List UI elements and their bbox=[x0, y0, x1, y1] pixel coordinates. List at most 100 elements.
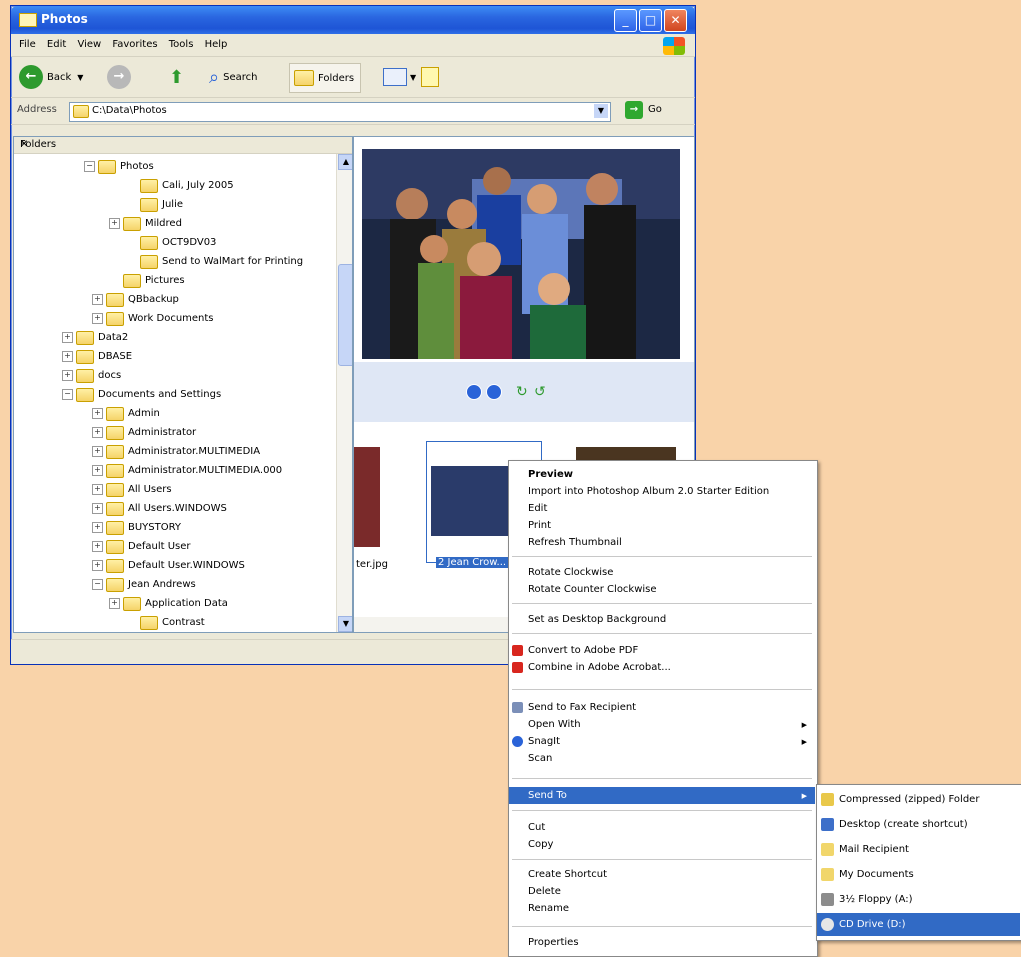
previous-image-icon[interactable] bbox=[466, 384, 482, 400]
tree-item[interactable]: + Mildred bbox=[109, 214, 182, 233]
next-image-icon[interactable] bbox=[486, 384, 502, 400]
ctx-scan[interactable]: Scan bbox=[509, 750, 815, 767]
tree-item[interactable]: + Administrator.MULTIMEDIA.000 bbox=[92, 461, 282, 480]
expand-toggle-icon[interactable]: + bbox=[92, 465, 103, 476]
forward-button[interactable]: → bbox=[107, 63, 131, 91]
tree-item[interactable]: − Documents and Settings bbox=[62, 385, 221, 404]
ctx-open-with[interactable]: Open With ▶ bbox=[509, 716, 815, 733]
expand-toggle-icon[interactable]: − bbox=[62, 389, 73, 400]
ctx-rotate-counter-clockwise[interactable]: Rotate Counter Clockwise bbox=[509, 581, 815, 598]
sendto-floppy[interactable]: 3½ Floppy (A:) bbox=[817, 888, 1020, 911]
folders-button[interactable]: Folders bbox=[289, 63, 362, 93]
expand-toggle-icon[interactable]: + bbox=[62, 332, 73, 343]
ctx-send-to[interactable]: Send To ▶ bbox=[509, 787, 815, 804]
ctx-rename[interactable]: Rename bbox=[509, 900, 815, 917]
minimize-button[interactable]: _ bbox=[614, 9, 637, 32]
ctx-set-desktop-background[interactable]: Set as Desktop Background bbox=[509, 611, 815, 628]
up-folder-button[interactable]: ⬆ bbox=[169, 63, 184, 91]
menu-edit[interactable]: Edit bbox=[47, 39, 66, 50]
menu-favorites[interactable]: Favorites bbox=[112, 39, 157, 50]
expand-toggle-icon[interactable]: + bbox=[92, 541, 103, 552]
sendto-mail-recipient[interactable]: Mail Recipient bbox=[817, 838, 1020, 861]
expand-toggle-icon[interactable]: + bbox=[62, 351, 73, 362]
ctx-edit[interactable]: Edit bbox=[509, 500, 815, 517]
tree-item[interactable]: + All Users bbox=[92, 480, 172, 499]
tree-item[interactable]: + docs bbox=[62, 366, 121, 385]
tree-item[interactable]: + Data2 bbox=[62, 328, 128, 347]
scroll-down-icon[interactable]: ▼ bbox=[338, 616, 352, 632]
tree-item[interactable]: OCT9DV03 bbox=[126, 233, 216, 252]
scrollbar-thumb[interactable] bbox=[338, 264, 352, 366]
title-bar[interactable]: Photos _ □ ✕ bbox=[11, 6, 695, 34]
go-arrow-icon[interactable]: → bbox=[625, 101, 643, 119]
chevron-down-icon[interactable]: ▼ bbox=[77, 73, 83, 82]
folder-scrollbar[interactable]: ▲ ▼ bbox=[336, 154, 352, 632]
tree-item[interactable]: + Work Documents bbox=[92, 309, 214, 328]
ctx-refresh-thumbnail[interactable]: Refresh Thumbnail bbox=[509, 534, 815, 551]
search-button[interactable]: ⌕ Search bbox=[209, 63, 257, 91]
expand-toggle-icon[interactable]: + bbox=[92, 313, 103, 324]
tree-item[interactable]: − Jean Andrews bbox=[92, 575, 196, 594]
tree-item[interactable]: Julie bbox=[126, 195, 183, 214]
expand-toggle-icon[interactable]: + bbox=[92, 503, 103, 514]
ctx-rotate-clockwise[interactable]: Rotate Clockwise bbox=[509, 564, 815, 581]
tree-item[interactable]: Cali, July 2005 bbox=[126, 176, 234, 195]
tree-item[interactable]: + Default User.WINDOWS bbox=[92, 556, 245, 575]
menu-view[interactable]: View bbox=[77, 39, 101, 50]
close-icon[interactable]: ✕ bbox=[20, 139, 348, 150]
expand-toggle-icon[interactable]: + bbox=[92, 560, 103, 571]
sendto-compressed-folder[interactable]: Compressed (zipped) Folder bbox=[817, 788, 1020, 811]
scroll-up-icon[interactable]: ▲ bbox=[338, 154, 352, 170]
ctx-preview[interactable]: Preview bbox=[509, 466, 815, 483]
expand-toggle-icon[interactable]: + bbox=[92, 446, 103, 457]
sendto-desktop[interactable]: Desktop (create shortcut) bbox=[817, 813, 1020, 836]
expand-toggle-icon[interactable]: + bbox=[92, 294, 103, 305]
expand-toggle-icon[interactable]: − bbox=[92, 579, 103, 590]
ctx-convert-to-pdf[interactable]: Convert to Adobe PDF bbox=[509, 642, 815, 659]
tree-item[interactable]: − Photos bbox=[84, 157, 154, 176]
chevron-down-icon[interactable]: ▼ bbox=[594, 104, 608, 118]
rotate-counterclockwise-icon[interactable]: ↺ bbox=[534, 384, 546, 400]
ctx-snagit[interactable]: SnagIt ▶ bbox=[509, 733, 815, 750]
menu-file[interactable]: File bbox=[19, 39, 36, 50]
tree-item[interactable]: + DBASE bbox=[62, 347, 132, 366]
menu-help[interactable]: Help bbox=[205, 39, 228, 50]
ctx-copy[interactable]: Copy bbox=[509, 836, 815, 853]
sendto-cd-drive[interactable]: CD Drive (D:) bbox=[817, 913, 1020, 936]
expand-toggle-icon[interactable]: + bbox=[92, 522, 103, 533]
ctx-send-to-fax[interactable]: Send to Fax Recipient bbox=[509, 699, 815, 716]
expand-toggle-icon[interactable]: + bbox=[62, 370, 73, 381]
tree-item[interactable]: Contrast bbox=[126, 613, 205, 632]
maximize-button[interactable]: □ bbox=[639, 9, 662, 32]
expand-toggle-icon[interactable]: + bbox=[92, 427, 103, 438]
ctx-delete[interactable]: Delete bbox=[509, 883, 815, 900]
expand-toggle-icon[interactable]: + bbox=[109, 598, 120, 609]
back-button[interactable]: ← Back ▼ bbox=[19, 63, 83, 91]
ctx-combine-in-acrobat[interactable]: Combine in Adobe Acrobat... bbox=[509, 659, 815, 676]
tree-item[interactable]: + Application Data bbox=[109, 594, 228, 613]
address-input[interactable]: C:\Data\Photos ▼ bbox=[69, 102, 611, 122]
expand-toggle-icon[interactable]: + bbox=[109, 218, 120, 229]
sendto-my-documents[interactable]: My Documents bbox=[817, 863, 1020, 886]
rotate-clockwise-icon[interactable]: ↻ bbox=[516, 384, 528, 400]
expand-toggle-icon[interactable]: + bbox=[92, 484, 103, 495]
tree-item[interactable]: + Default User bbox=[92, 537, 191, 556]
tree-item[interactable]: + All Users.WINDOWS bbox=[92, 499, 227, 518]
go-button[interactable]: Go bbox=[648, 104, 662, 115]
ctx-cut[interactable]: Cut bbox=[509, 819, 815, 836]
close-button[interactable]: ✕ bbox=[664, 9, 687, 32]
tree-item[interactable]: + Administrator bbox=[92, 423, 196, 442]
edit-note-button[interactable] bbox=[421, 63, 439, 91]
expand-toggle-icon[interactable]: − bbox=[84, 161, 95, 172]
menu-tools[interactable]: Tools bbox=[169, 39, 194, 50]
ctx-import-photoshop-album[interactable]: Import into Photoshop Album 2.0 Starter … bbox=[509, 483, 815, 500]
tree-item[interactable]: + BUYSTORY bbox=[92, 518, 181, 537]
photo-preview[interactable] bbox=[362, 149, 680, 359]
ctx-print[interactable]: Print bbox=[509, 517, 815, 534]
thumbnail-left[interactable] bbox=[354, 447, 380, 547]
tree-item[interactable]: + Admin bbox=[92, 404, 160, 423]
tree-item[interactable]: Pictures bbox=[109, 271, 185, 290]
ctx-create-shortcut[interactable]: Create Shortcut bbox=[509, 866, 815, 883]
ctx-properties[interactable]: Properties bbox=[509, 934, 815, 951]
views-button[interactable]: ▼ bbox=[383, 63, 416, 91]
